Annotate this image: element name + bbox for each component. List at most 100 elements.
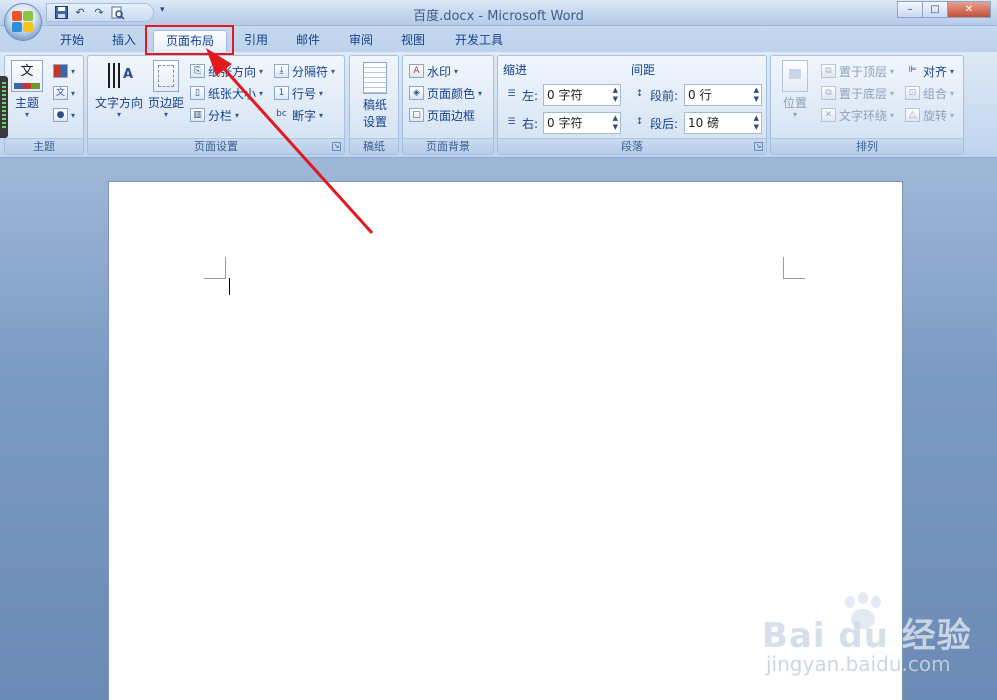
line-numbers-icon: 1	[274, 86, 289, 100]
text-wrap-icon: ✕	[821, 108, 836, 122]
window-controls: – □ ✕	[897, 1, 991, 18]
group-label-themes: 主题	[5, 138, 83, 154]
spacing-after-input[interactable]: 10 磅 ▲ ▼	[684, 112, 762, 134]
minimize-button[interactable]: –	[897, 1, 923, 18]
themes-button[interactable]: 文 主题 ▾	[11, 60, 43, 119]
spinner-arrows-icon[interactable]: ▲ ▼	[613, 114, 618, 132]
chevron-down-icon: ▾	[792, 110, 797, 119]
svg-text:A: A	[123, 67, 133, 82]
close-button[interactable]: ✕	[947, 1, 991, 18]
watermark-brand: Bai du 经验	[762, 616, 972, 656]
group-icon: ⊡	[905, 86, 920, 100]
bring-to-front-button[interactable]: ⧉ 置于顶层 ▾	[821, 62, 894, 80]
group-arrange: 位置 ▾ ⧉ 置于顶层 ▾ ⧉ 置于底层 ▾ ✕ 文字环绕 ▾ ⊫ 对齐 ▾ ⊡ 组合 ▾ △ 旋转 ▾…	[770, 55, 964, 155]
page-border-icon: ▢	[409, 108, 424, 122]
group-label-paragraph: 段落	[498, 138, 766, 154]
position-button[interactable]: 位置 ▾	[777, 60, 813, 119]
position-icon	[782, 60, 808, 92]
indent-left-input[interactable]: 0 字符 ▲ ▼	[543, 84, 621, 106]
group-label-draft-paper: 稿纸	[350, 138, 398, 154]
group-draft-paper: 稿纸 设置 稿纸	[349, 55, 399, 155]
office-logo-icon	[12, 11, 34, 33]
chevron-down-icon: ▾	[116, 110, 121, 119]
group-objects-button[interactable]: ⊡ 组合 ▾	[905, 84, 954, 102]
spacing-header: 间距	[631, 63, 656, 77]
spinner-arrows-icon[interactable]: ▲ ▼	[613, 86, 618, 104]
theme-fonts-button[interactable]: 文 ▾	[53, 84, 75, 102]
theme-icon: 文	[11, 60, 43, 92]
watermark-icon: A	[409, 64, 424, 78]
hyphenation-button[interactable]: bc 断字 ▾	[274, 106, 323, 124]
orientation-button[interactable]: ⎘ 纸张方向 ▾	[190, 62, 263, 80]
tab-view[interactable]: 视图	[391, 30, 435, 52]
bring-front-icon: ⧉	[821, 64, 836, 78]
window-title: 百度.docx - Microsoft Word	[413, 9, 584, 24]
paint-bucket-icon: ◈	[409, 86, 424, 100]
page-borders-button[interactable]: ▢ 页面边框	[409, 106, 475, 124]
breaks-button[interactable]: ⤓ 分隔符 ▾	[274, 62, 335, 80]
effects-icon: ●	[53, 108, 68, 122]
align-button[interactable]: ⊫ 对齐 ▾	[905, 62, 954, 80]
indent-right-icon: ☰	[507, 117, 516, 127]
group-paragraph: 缩进 间距 ☰ 左: 0 字符 ▲ ▼ ☰ 右: 0 字符 ▲ ▼ ↕ 段前: 0 行 ▲…	[497, 55, 767, 155]
rotate-icon: △	[905, 108, 920, 122]
page-color-button[interactable]: ◈ 页面颜色 ▾	[409, 84, 482, 102]
font-icon: 文	[53, 86, 68, 100]
theme-effects-button[interactable]: ● ▾	[53, 106, 75, 124]
indent-left-icon: ☰	[507, 89, 516, 99]
baidu-watermark: Bai du 经验 jingyan.baidu.com	[762, 590, 982, 680]
spacing-after-icon: ↕	[635, 117, 644, 127]
group-page-background: A 水印 ▾ ◈ 页面颜色 ▾ ▢ 页面边框 页面背景	[402, 55, 494, 155]
watermark-url: jingyan.baidu.com	[766, 652, 951, 676]
theme-colors-button[interactable]: ▾	[53, 62, 75, 80]
spacing-before-label: ↕ 段前:	[632, 86, 678, 104]
group-themes: 文 主题 ▾ ▾ 文 ▾ ● ▾ 主题	[4, 55, 84, 155]
margin-corner-top-right	[783, 257, 805, 279]
tab-mailings[interactable]: 邮件	[286, 30, 330, 52]
tab-review[interactable]: 审阅	[339, 30, 383, 52]
highlight-box	[145, 25, 234, 55]
draft-paper-setup-button[interactable]: 稿纸 设置	[358, 62, 392, 130]
breaks-icon: ⤓	[274, 64, 289, 78]
text-wrap-button[interactable]: ✕ 文字环绕 ▾	[821, 106, 894, 124]
columns-icon: ▥	[190, 108, 205, 122]
align-icon: ⊫	[908, 65, 917, 75]
watermark-button[interactable]: A 水印 ▾	[409, 62, 458, 80]
text-direction-button[interactable]: A 文字方向 ▾	[92, 60, 146, 119]
paper-size-button[interactable]: ▯ 纸张大小 ▾	[190, 84, 263, 102]
indent-left-label: ☰ 左:	[504, 86, 538, 104]
tab-developer[interactable]: 开发工具	[446, 30, 512, 52]
rotate-button[interactable]: △ 旋转 ▾	[905, 106, 954, 124]
chevron-down-icon: ▾	[163, 110, 168, 119]
group-label-page-setup: 页面设置	[88, 138, 344, 154]
columns-button[interactable]: ▥ 分栏 ▾	[190, 106, 239, 124]
spacing-before-input[interactable]: 0 行 ▲ ▼	[684, 84, 762, 106]
indent-right-input[interactable]: 0 字符 ▲ ▼	[543, 112, 621, 134]
paragraph-launcher-icon[interactable]: ↘	[754, 142, 763, 151]
indent-header: 缩进	[503, 63, 528, 77]
palette-icon	[53, 64, 68, 78]
chevron-down-icon: ▾	[24, 110, 29, 119]
spinner-arrows-icon[interactable]: ▲ ▼	[754, 114, 759, 132]
group-page-setup: A 文字方向 ▾ 页边距 ▾ ⎘ 纸张方向 ▾ ▯ 纸张大小 ▾ ▥ 分栏 ▾ ⤓ 分隔符 ▾ …	[87, 55, 345, 155]
draft-paper-icon	[363, 62, 387, 94]
send-to-back-button[interactable]: ⧉ 置于底层 ▾	[821, 84, 894, 102]
line-numbers-button[interactable]: 1 行号 ▾	[274, 84, 323, 102]
hyphenation-icon: bc	[276, 109, 287, 119]
side-scroll-handle[interactable]	[0, 76, 8, 138]
text-direction-icon: A	[103, 60, 135, 92]
group-label-page-background: 页面背景	[403, 138, 493, 154]
page-setup-launcher-icon[interactable]: ↘	[332, 142, 341, 151]
margins-button[interactable]: 页边距 ▾	[146, 60, 186, 119]
restore-button[interactable]: □	[922, 1, 948, 18]
office-button[interactable]	[4, 3, 42, 41]
tab-insert[interactable]: 插入	[102, 30, 146, 52]
tab-references[interactable]: 引用	[234, 30, 278, 52]
orientation-icon: ⎘	[190, 64, 205, 78]
margin-corner-top-left	[204, 257, 226, 279]
spacing-before-icon: ↕	[635, 89, 644, 99]
spinner-arrows-icon[interactable]: ▲ ▼	[754, 86, 759, 104]
text-cursor	[229, 278, 230, 295]
tab-home[interactable]: 开始	[50, 30, 94, 52]
spacing-after-label: ↕ 段后:	[632, 114, 678, 132]
